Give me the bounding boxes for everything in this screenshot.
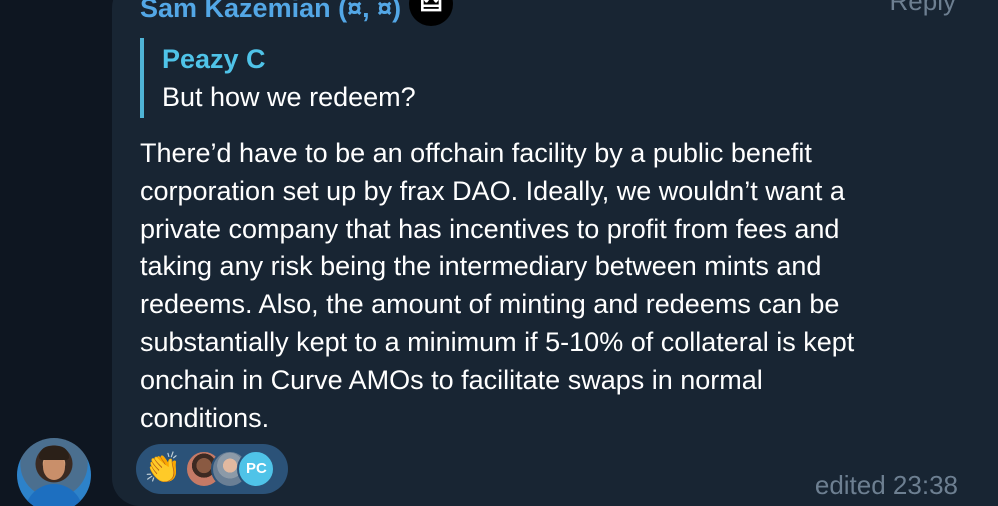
sender-name-row[interactable]: Sam Kazemian (¤, ¤) 🜲 bbox=[140, 0, 454, 30]
clapping-hands-icon: 👏 bbox=[144, 452, 182, 485]
message-text: There’d have to be an offchain facility … bbox=[140, 135, 940, 437]
custom-emoji-icon: 🜲 bbox=[409, 0, 454, 26]
message-line: substantially kept to a minimum if 5-10%… bbox=[140, 326, 855, 357]
message-line: private company that has incentives to p… bbox=[140, 213, 840, 244]
reply-button[interactable]: Reply bbox=[890, 0, 956, 17]
quoted-author: Peazy C bbox=[162, 44, 266, 74]
sender-name[interactable]: Sam Kazemian (¤, ¤) bbox=[140, 0, 401, 24]
avatar-hair bbox=[39, 446, 69, 460]
message-line: redeems. Also, the amount of minting and… bbox=[140, 289, 840, 320]
reactor-avatar-initials: PC bbox=[237, 450, 276, 488]
chat-window: Sam Kazemian (¤, ¤) 🜲 Reply Peazy C But … bbox=[0, 0, 998, 506]
message-line: taking any risk being the intermediary b… bbox=[140, 251, 822, 282]
quoted-reply[interactable]: Peazy C But how we redeem? bbox=[140, 38, 416, 118]
message-line: onchain in Curve AMOs to facilitate swap… bbox=[140, 364, 763, 395]
message-line: corporation set up by frax DAO. Ideally,… bbox=[140, 175, 845, 206]
sender-avatar[interactable] bbox=[17, 438, 91, 506]
quoted-text: But how we redeem? bbox=[162, 82, 416, 112]
reaction-pill[interactable]: 👏 PC bbox=[136, 444, 288, 494]
message-line: conditions. bbox=[140, 402, 270, 433]
avatar-jacket bbox=[25, 484, 83, 506]
message-line: There’d have to be an offchain facility … bbox=[140, 138, 812, 168]
message-status: edited 23:38 bbox=[814, 470, 958, 500]
